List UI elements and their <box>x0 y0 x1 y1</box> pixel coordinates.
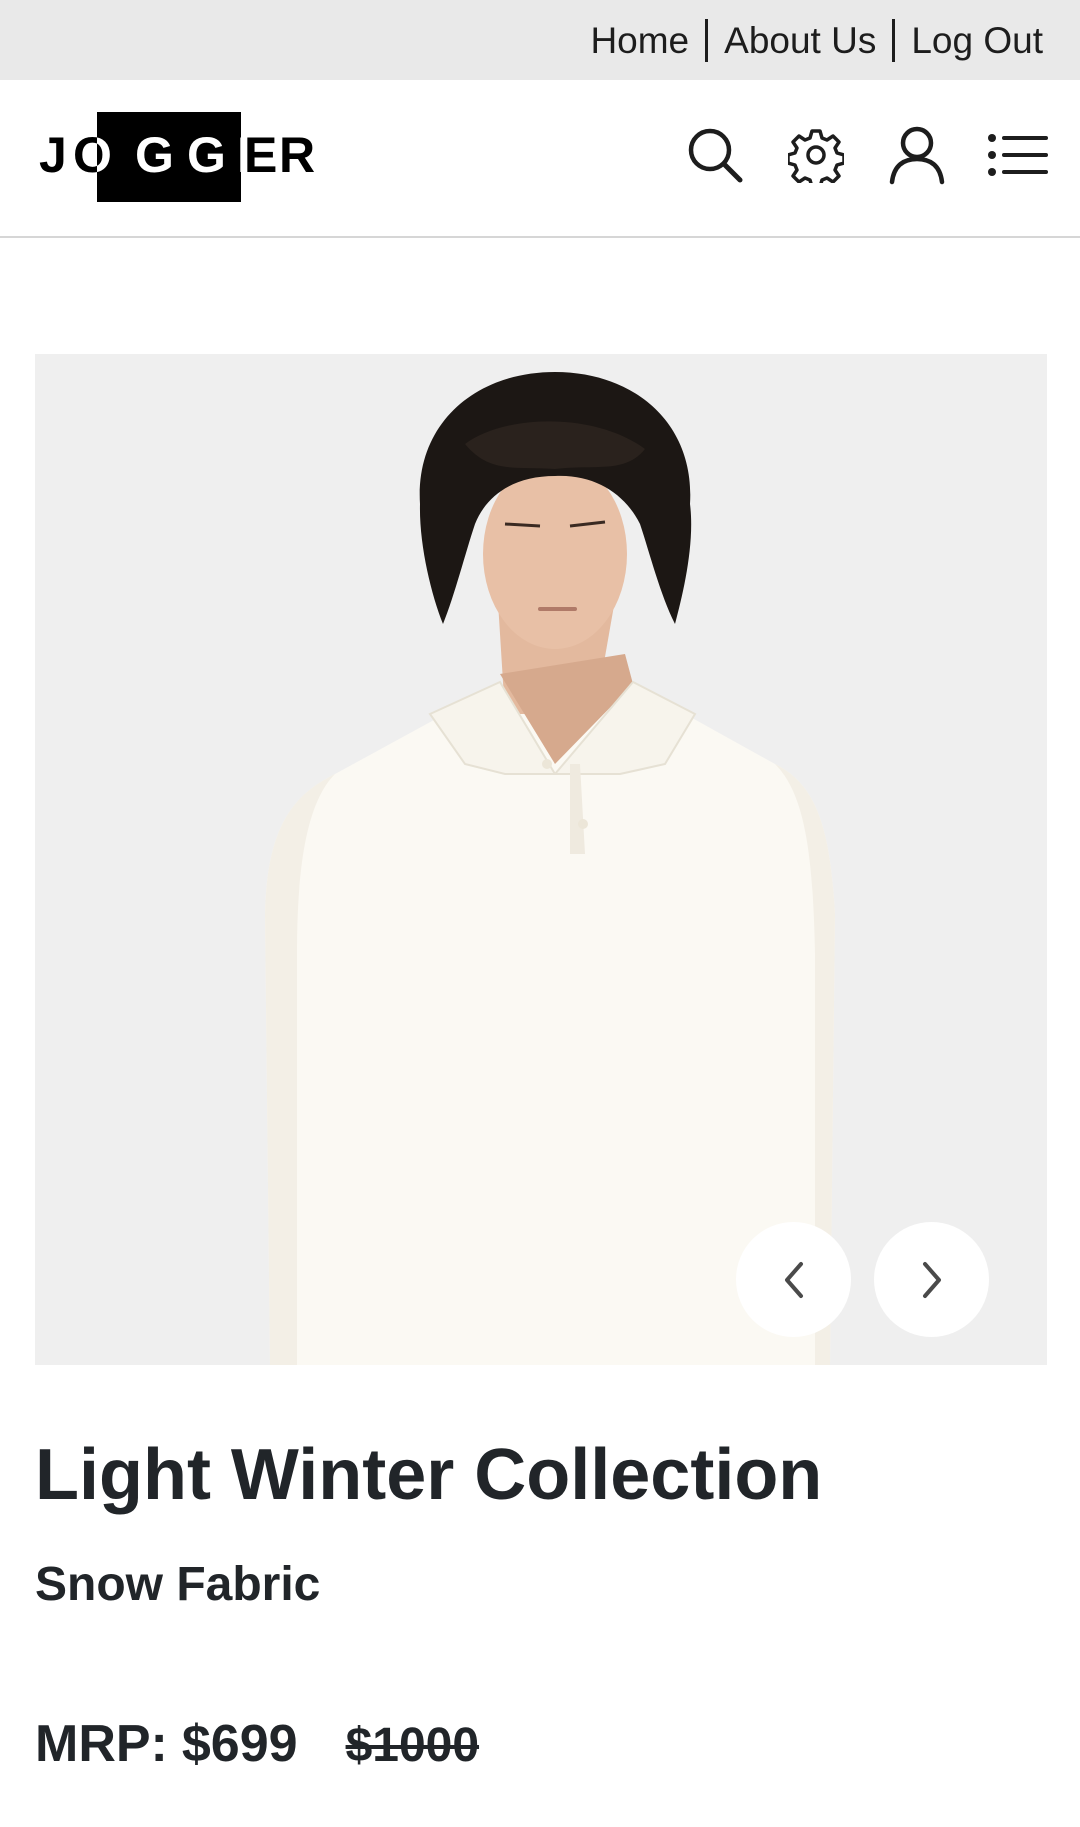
original-price: $1000 <box>345 1719 480 1772</box>
home-link[interactable]: Home <box>590 22 689 59</box>
product-photo <box>35 354 1047 1365</box>
log-out-link[interactable]: Log Out <box>911 22 1043 59</box>
logo-letter-e: E <box>244 127 277 183</box>
nav-divider <box>892 18 896 62</box>
chevron-right-icon <box>922 1261 941 1298</box>
product-title: Light Winter Collection <box>35 1435 823 1515</box>
gear-icon[interactable] <box>786 125 846 185</box>
logo-letter-g: G <box>187 127 226 183</box>
chevron-left-icon <box>784 1261 803 1298</box>
jogger-logo[interactable]: J O G G E R O E <box>39 112 315 202</box>
carousel-next-button[interactable] <box>874 1222 989 1337</box>
product-subtitle: Snow Fabric <box>35 1558 321 1611</box>
header-actions <box>685 125 1048 185</box>
logo-letter-j: J <box>39 127 67 183</box>
product-image <box>35 354 1047 1365</box>
price-row: MRP: $699 $1000 <box>35 1714 479 1774</box>
site-header: J O G G E R O E <box>0 80 1080 238</box>
current-price: $699 <box>181 1715 298 1773</box>
menu-icon[interactable] <box>988 125 1048 185</box>
search-icon[interactable] <box>685 125 745 185</box>
about-us-link[interactable]: About Us <box>724 22 876 59</box>
user-icon[interactable] <box>887 125 947 185</box>
logo-letter-g: G <box>135 127 174 183</box>
nav-divider <box>705 18 709 62</box>
logo-letter-r: R <box>279 127 315 183</box>
logo-wordmark: J O G G E R O E <box>39 112 315 202</box>
carousel-prev-button[interactable] <box>736 1222 851 1337</box>
top-utility-bar: Home About Us Log Out <box>0 0 1080 80</box>
price-label: MRP: <box>35 1715 168 1773</box>
